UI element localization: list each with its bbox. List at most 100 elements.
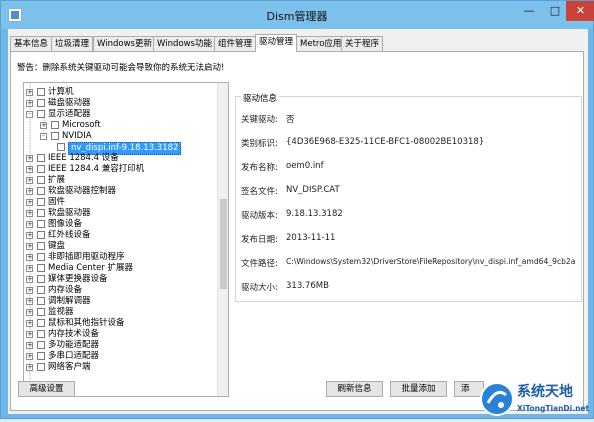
checkbox[interactable]	[37, 242, 45, 250]
expander-icon[interactable]: +	[26, 342, 33, 349]
checkbox[interactable]	[37, 297, 45, 305]
expander-icon[interactable]: +	[26, 276, 33, 283]
tree-node-label: 多功能适配器	[48, 340, 100, 350]
checkbox[interactable]	[37, 209, 45, 217]
checkbox[interactable]	[37, 88, 45, 96]
checkbox[interactable]	[37, 220, 45, 228]
tree-node-label: Microsoft	[62, 120, 101, 130]
expander-icon[interactable]: +	[26, 265, 33, 272]
expander-icon[interactable]: +	[26, 177, 33, 184]
expander-icon[interactable]: +	[26, 287, 33, 294]
expander-icon[interactable]: +	[26, 166, 33, 173]
expander-icon[interactable]: +	[26, 210, 33, 217]
info-key: 驱动版本:	[241, 211, 278, 221]
advanced-settings-button[interactable]: 高级设置	[18, 381, 75, 397]
checkbox[interactable]	[37, 110, 45, 118]
checkbox[interactable]	[37, 253, 45, 261]
expander-icon[interactable]: +	[26, 89, 33, 96]
minimize-icon[interactable]: —	[516, 1, 542, 21]
checkbox[interactable]	[37, 363, 45, 371]
tree-node-label: 键盘	[48, 241, 66, 251]
tree-node-label: 磁盘驱动器	[48, 98, 91, 108]
info-value: {4D36E968-E325-11CE-BFC1-08002BE10318}	[286, 137, 485, 147]
checkbox[interactable]	[37, 330, 45, 338]
expander-icon[interactable]: +	[26, 199, 33, 206]
expander-icon[interactable]: +	[26, 298, 33, 305]
checkbox[interactable]	[37, 187, 45, 195]
checkbox[interactable]	[37, 231, 45, 239]
checkbox[interactable]	[37, 264, 45, 272]
watermark-url: XiTongTianDi.net	[517, 404, 590, 413]
expander-icon[interactable]: +	[26, 188, 33, 195]
tree-node-label: NVIDIA	[62, 131, 92, 141]
checkbox[interactable]	[37, 165, 45, 173]
info-value: oem0.inf	[286, 161, 324, 171]
refresh-info-button[interactable]: 刷新信息	[326, 381, 383, 397]
expander-icon[interactable]: +	[26, 155, 33, 162]
client-area: 基本信息 垃圾清理 Windows更新 Windows功能 组件管理 驱动管理 …	[8, 29, 588, 414]
tree-node-label: 计算机	[48, 87, 74, 97]
info-key: 签名文件:	[241, 187, 278, 197]
tab-driver-management[interactable]: 驱动管理	[255, 34, 298, 52]
checkbox[interactable]	[37, 198, 45, 206]
tree-node-label: Media Center 扩展器	[48, 263, 134, 273]
maximize-icon[interactable]: □	[542, 1, 568, 21]
tree-node-label: 鼠标和其他指针设备	[48, 318, 125, 328]
expander-icon[interactable]: -	[40, 133, 47, 140]
expander-icon[interactable]: +	[40, 122, 47, 129]
tab-component-management[interactable]: 组件管理	[214, 36, 257, 51]
checkbox[interactable]	[37, 341, 45, 349]
tree-scrollbar[interactable]	[217, 83, 228, 396]
title-bar[interactable]: Dism管理器 — □ ✕	[1, 1, 594, 29]
watermark-title: 系统天地	[517, 384, 573, 400]
checkbox[interactable]	[37, 308, 45, 316]
batch-add-button[interactable]: 批量添加	[390, 381, 447, 397]
checkbox[interactable]	[51, 121, 59, 129]
info-value: 9.18.13.3182	[286, 209, 343, 219]
expander-icon[interactable]: +	[26, 232, 33, 239]
info-value: NV_DISP.CAT	[286, 185, 340, 195]
tab-basic-info[interactable]: 基本信息	[10, 36, 53, 51]
expander-icon[interactable]: +	[26, 320, 33, 327]
tree-node-label: IEEE 1284.4 兼容打印机	[48, 164, 145, 174]
expander-icon[interactable]: -	[26, 111, 33, 118]
window-title: Dism管理器	[266, 10, 328, 23]
checkbox[interactable]	[37, 154, 45, 162]
expander-icon[interactable]: +	[26, 221, 33, 228]
checkbox[interactable]	[37, 319, 45, 327]
tree-node-label: 网络客户端	[48, 362, 91, 372]
checkbox[interactable]	[37, 275, 45, 283]
close-icon[interactable]: ✕	[566, 1, 594, 21]
expander-icon[interactable]: +	[26, 364, 33, 371]
scrollbar-thumb[interactable]	[220, 199, 227, 289]
driver-tree[interactable]: + 计算机 + 磁盘驱动器 - 显示适配器 + Microsoft - NVIDIA nv…	[23, 82, 229, 397]
expander-icon[interactable]: +	[26, 331, 33, 338]
tree-node-label: 图像设备	[48, 219, 83, 229]
checkbox[interactable]	[51, 132, 59, 140]
expander-icon[interactable]: +	[26, 309, 33, 316]
tab-windows-update[interactable]: Windows更新	[93, 36, 156, 51]
info-row-file-path: 文件路径: C:\Windows\System32\DriverStore\Fil…	[241, 257, 578, 269]
checkbox[interactable]	[57, 143, 65, 151]
checkbox[interactable]	[37, 286, 45, 294]
tree-node-label: 内存设备	[48, 285, 83, 295]
tree-node-label: 红外线设备	[48, 230, 91, 240]
expander-icon[interactable]: +	[26, 353, 33, 360]
tree-node-label: 内存技术设备	[48, 329, 100, 339]
tab-metro-apps[interactable]: Metro应用	[296, 36, 346, 51]
tree-node-label: 监视器	[48, 307, 74, 317]
expander-icon[interactable]: +	[26, 254, 33, 261]
driver-info-group: 驱动信息 关键驱动: 否 类别标识: {4D36E968-E325-11CE-BFC…	[235, 92, 582, 302]
checkbox[interactable]	[37, 176, 45, 184]
tree-node-label: 媒体更换器设备	[48, 274, 108, 284]
info-value: 否	[286, 115, 295, 125]
tab-about[interactable]: 关于程序	[341, 36, 384, 51]
info-value: C:\Windows\System32\DriverStore\FileRepo…	[286, 257, 576, 266]
tab-junk-cleanup[interactable]: 垃圾清理	[51, 36, 94, 51]
site-watermark: 系统天地 XiTongTianDi.net	[477, 377, 594, 419]
checkbox[interactable]	[37, 352, 45, 360]
tab-windows-features[interactable]: Windows功能	[153, 36, 216, 51]
checkbox[interactable]	[37, 99, 45, 107]
expander-icon[interactable]: +	[26, 243, 33, 250]
expander-icon[interactable]: +	[26, 100, 33, 107]
